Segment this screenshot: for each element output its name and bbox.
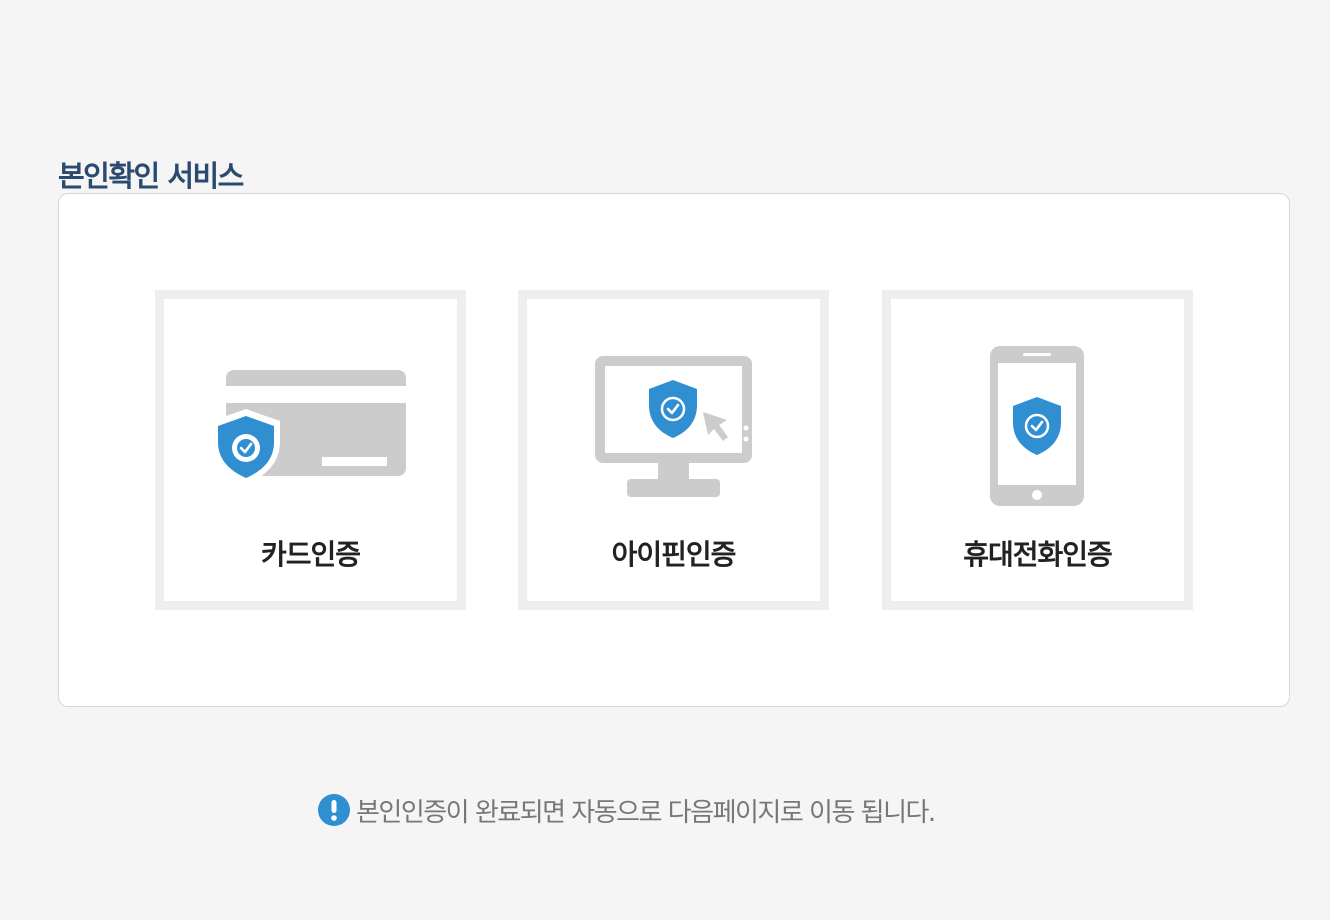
ipin-auth-label: 아이핀인증 bbox=[611, 538, 737, 571]
card-auth-button[interactable]: 카드인증 bbox=[155, 290, 466, 610]
phone-auth-label: 휴대전화인증 bbox=[963, 538, 1113, 571]
notice-text: 본인인증이 완료되면 자동으로 다음페이지로 이동 됩니다. bbox=[356, 797, 936, 828]
mobile-phone-shield-icon bbox=[990, 346, 1084, 506]
auth-options-panel: 카드인증 아이핀인증 휴대전화인증 bbox=[58, 193, 1290, 707]
ipin-auth-button[interactable]: 아이핀인증 bbox=[518, 290, 829, 610]
page-title: 본인확인 서비스 bbox=[58, 159, 244, 194]
notice: 본인인증이 완료되면 자동으로 다음페이지로 이동 됩니다. bbox=[318, 790, 936, 830]
credit-card-shield-icon bbox=[212, 370, 406, 484]
monitor-shield-icon bbox=[595, 356, 752, 497]
card-auth-label: 카드인증 bbox=[260, 538, 361, 571]
phone-auth-button[interactable]: 휴대전화인증 bbox=[882, 290, 1193, 610]
exclamation-icon bbox=[318, 794, 350, 826]
